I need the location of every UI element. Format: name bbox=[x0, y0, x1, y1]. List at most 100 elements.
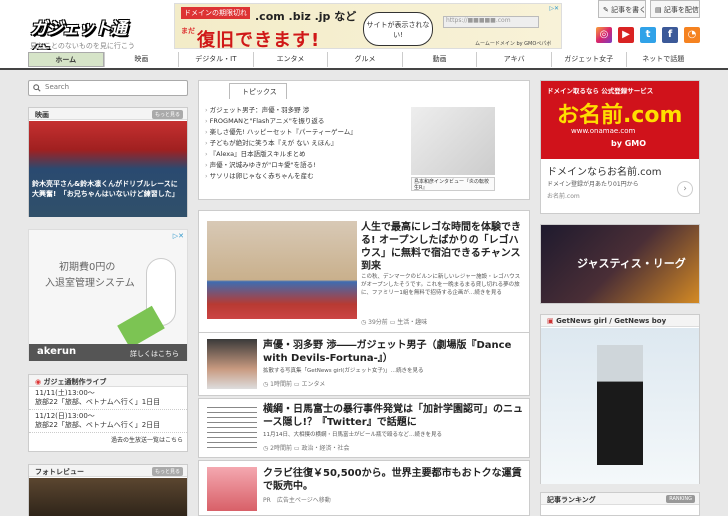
movie-ad-title: ジャスティス・リーグ bbox=[577, 257, 686, 270]
article-meta: ◷ 2時間前 ▭ 政治・経済・社会 bbox=[263, 443, 350, 452]
article-title[interactable]: クラビ往復￥50,500から。世界主要都市もおトクな運賃で販売中。 bbox=[263, 467, 525, 493]
nav-entertainment[interactable]: エンタメ bbox=[252, 52, 328, 67]
search-box bbox=[28, 80, 188, 96]
article-summary: この秋、デンマークのビルンに新しいレジャー施設・レゴハウスがオープンしたそうです… bbox=[361, 274, 521, 296]
akerun-link[interactable]: 詳しくはこちら bbox=[130, 349, 179, 359]
topic-item[interactable]: 声優・沢城みゆきが"ロキ愛"を語る! bbox=[205, 160, 357, 171]
live-panel-title: ◉ ガジェ通制作ライブ bbox=[29, 375, 187, 387]
article-meta: PR 広告主ページへ移動 bbox=[263, 495, 331, 504]
photo-more-button[interactable]: もっと見る bbox=[151, 467, 183, 476]
ranking-badge: RANKING bbox=[666, 495, 695, 503]
topic-item[interactable]: FROGMANと"Flashアニメ"を振り返る bbox=[205, 116, 357, 127]
facebook-icon[interactable]: f bbox=[662, 27, 678, 43]
movies-feature-image[interactable] bbox=[29, 121, 187, 217]
article-card[interactable]: 人生で最高にレゴな時間を体験できる! オープンしたばかりの「レゴハウス」に無料で… bbox=[198, 210, 530, 334]
article-card[interactable]: 声優・羽多野 渉――ガジェット男子（劇場版『Dance with Devils-… bbox=[198, 332, 530, 396]
submit-article-button[interactable]: ▤ 記事を配信 bbox=[650, 0, 700, 18]
ranking-title-text: 記事ランキング bbox=[547, 496, 596, 504]
article-time: 1時間前 bbox=[270, 381, 292, 388]
article-card[interactable]: 横綱・日馬富士の暴行事件発覚は「加計学園認可」のニュース隠し!？『Twitter… bbox=[198, 398, 530, 458]
instagram-icon[interactable]: ◎ bbox=[596, 27, 612, 43]
nav-gadget-girls[interactable]: ガジェット女子 bbox=[550, 52, 626, 67]
topic-item[interactable]: 『Alexa』日本語版スキルまとめ bbox=[205, 149, 357, 160]
ad-prefix: まだ bbox=[181, 27, 195, 35]
getnews-title-text: GetNews girl / GetNews boy bbox=[556, 317, 667, 325]
live-archive-link[interactable]: 過去の生放送一覧はこちら bbox=[29, 433, 187, 446]
onamae-top: ドメイン取るなら 公式登録サービス bbox=[547, 87, 654, 95]
twitter-icon[interactable]: t bbox=[640, 27, 656, 43]
write-article-button[interactable]: ✎ 記事を書く bbox=[598, 0, 646, 18]
nav-gourmet[interactable]: グルメ bbox=[327, 52, 402, 67]
nav-akiba[interactable]: アキバ bbox=[476, 52, 551, 67]
article-meta: ◷ 1時間前 ▭ エンタメ bbox=[263, 379, 325, 388]
akerun-ad[interactable]: 初期費0円の 入退室管理システム 詳しくはこちら akerun ▷✕ bbox=[28, 229, 188, 361]
nav-home[interactable]: ホーム bbox=[28, 52, 104, 67]
movies-panel: 映画 もっと見る bbox=[28, 107, 188, 217]
rss-icon[interactable]: ◔ bbox=[684, 27, 700, 43]
ranking-panel: 記事ランキング RANKING bbox=[540, 492, 700, 516]
topics-panel: トピックス ガジェット男子：声優・羽多野 渉 FROGMANと"Flashアニメ… bbox=[198, 80, 530, 200]
search-input[interactable] bbox=[29, 81, 169, 91]
movies-more-button[interactable]: もっと見る bbox=[151, 110, 183, 119]
site-logo[interactable]: ガジェット通信 bbox=[30, 14, 127, 64]
pr-label: 記事を配信 bbox=[663, 6, 699, 14]
article-meta: ◷ 39分前 ▭ 生活・趣味 bbox=[361, 317, 427, 326]
article-title[interactable]: 声優・羽多野 渉――ガジェット男子（劇場版『Dance with Devils-… bbox=[263, 339, 525, 365]
article-title[interactable]: 横綱・日馬富士の暴行事件発覚は「加計学園認可」のニュース隠し!？『Twitter… bbox=[263, 403, 525, 429]
photo-review-panel: フォトレビュー もっと見る bbox=[28, 464, 188, 516]
ad-footer: ムームードメイン by GMOペパボ bbox=[475, 41, 552, 47]
ad-badge: ドメインの期限切れ bbox=[181, 7, 250, 19]
topics-feature-image[interactable] bbox=[411, 107, 495, 175]
article-category[interactable]: エンタメ bbox=[301, 381, 325, 388]
topic-item[interactable]: 子どもが絶対に笑う本『えが ない えほん』 bbox=[205, 138, 357, 149]
pr-badge: PR bbox=[263, 497, 271, 504]
live-item[interactable]: 11/12(日)13:00〜 旅部22「旅部、ベトナムへ行く」2日目 bbox=[29, 410, 187, 433]
article-thumbnail[interactable] bbox=[207, 221, 357, 319]
onamae-sub: ドメイン登録が月あたり01円から bbox=[547, 181, 639, 188]
article-thumbnail[interactable] bbox=[207, 467, 257, 511]
ad-headline: 復旧できます! bbox=[197, 30, 321, 49]
photo-review-image[interactable] bbox=[29, 478, 187, 516]
nav-movies[interactable]: 映画 bbox=[103, 52, 179, 67]
onamae-headline[interactable]: ドメインならお名前.com bbox=[547, 163, 662, 178]
live-text: 旅部22「旅部、ベトナムへ行く」2日目 bbox=[35, 421, 161, 429]
broadcast-icon: ◉ bbox=[35, 378, 44, 386]
article-category[interactable]: 政治・経済・社会 bbox=[301, 445, 349, 452]
nav-video[interactable]: 動画 bbox=[401, 52, 477, 67]
article-title[interactable]: 人生で最高にレゴな時間を体験できる! オープンしたばかりの「レゴハウス」に無料で… bbox=[361, 221, 525, 273]
live-date: 11/11(土)13:00〜 bbox=[35, 389, 95, 397]
topics-feature-caption[interactable]: 島本和彦インタビュー『炎の転校生R』 bbox=[411, 177, 495, 191]
live-date: 11/12(日)13:00〜 bbox=[35, 412, 95, 420]
live-item[interactable]: 11/11(土)13:00〜 旅部22「旅部、ベトナムへ行く」1日目 bbox=[29, 387, 187, 410]
sponsored-article-card[interactable]: クラビ往復￥50,500から。世界主要都市もおトクな運賃で販売中。 PR 広告主… bbox=[198, 460, 530, 516]
movie-ad-banner[interactable]: ジャスティス・リーグ bbox=[540, 224, 700, 304]
article-thumbnail[interactable] bbox=[207, 403, 257, 451]
ad-close-icon[interactable]: ▷✕ bbox=[173, 232, 184, 240]
onamae-ad[interactable]: ドメイン取るなら 公式登録サービス お名前.com www.onamae.com… bbox=[540, 80, 700, 214]
akerun-brand: akerun bbox=[37, 346, 77, 357]
article-thumbnail[interactable] bbox=[207, 339, 257, 389]
topic-item[interactable]: サソリは卵じゃなく赤ちゃんを産む bbox=[205, 171, 357, 182]
nav-digital-it[interactable]: デジタル・IT bbox=[178, 52, 253, 67]
sponsor-link[interactable]: 広告主ページへ移動 bbox=[277, 497, 331, 504]
akerun-line2: 入退室管理システム bbox=[45, 278, 135, 289]
youtube-icon[interactable]: ▶ bbox=[618, 27, 634, 43]
ad-domains: .com .biz .jp など bbox=[255, 10, 357, 23]
topic-item[interactable]: ガジェット男子：声優・羽多野 渉 bbox=[205, 105, 357, 116]
topic-item[interactable]: 楽しさ優先! ハッピーセット『パーティーゲーム』 bbox=[205, 127, 357, 138]
article-summary: 11月14日、大相撲の横綱・日馬富士がビール瓶で殴るなど…続きを見る bbox=[263, 432, 442, 438]
model-figure bbox=[597, 345, 643, 465]
chevron-right-icon[interactable]: › bbox=[677, 181, 693, 197]
article-summary: 拡散する写真集「GetNews girl(ガジェット女子)」…続きを見る bbox=[263, 368, 424, 374]
article-category[interactable]: 生活・趣味 bbox=[397, 319, 427, 326]
nav-trending[interactable]: ネットで話題 bbox=[625, 52, 701, 67]
topics-tab-label: トピックス bbox=[242, 88, 277, 96]
pencil-icon: ✎ bbox=[603, 6, 612, 14]
global-nav: ホーム 映画 デジタル・IT エンタメ グルメ 動画 アキバ ガジェット女子 ネ… bbox=[28, 52, 700, 68]
top-banner-ad[interactable]: ドメインの期限切れ .com .biz .jp など まだ 復旧できます! サイ… bbox=[174, 3, 562, 49]
live-text: 旅部22「旅部、ベトナムへ行く」1日目 bbox=[35, 398, 161, 406]
topics-tab[interactable]: トピックス bbox=[229, 83, 287, 99]
write-label: 記事を書く bbox=[611, 6, 647, 14]
movies-feature-caption[interactable]: 鈴木亮平さん&鈴木凛くんがドリブルレースに大興奮! 「お兄ちゃんはいないけど練習… bbox=[32, 179, 184, 199]
ad-close-icon[interactable]: ▷✕ bbox=[549, 5, 559, 12]
